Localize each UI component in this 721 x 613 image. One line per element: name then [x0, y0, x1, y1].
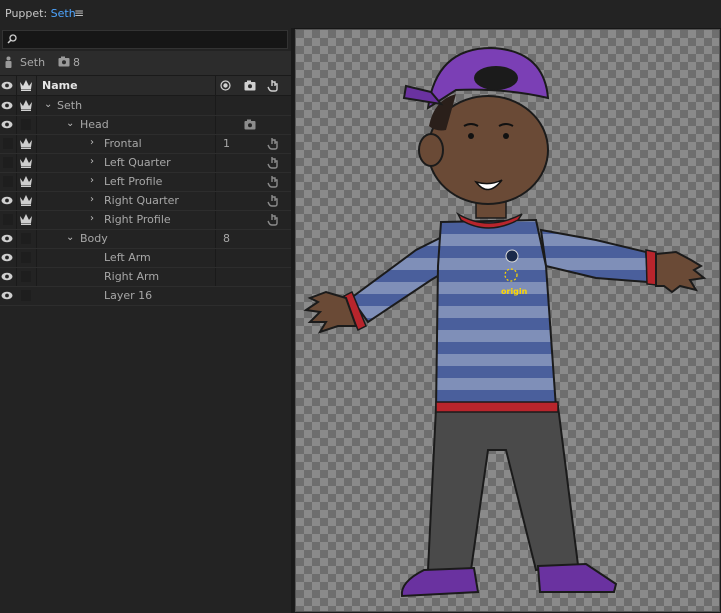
layer-label: Right Quarter [104, 194, 179, 207]
puppet-character [303, 46, 707, 598]
chevron-down-icon[interactable]: ⌄ [44, 99, 52, 110]
layer-row[interactable]: ⌄ Head [0, 115, 292, 135]
panel-divider[interactable] [291, 28, 294, 613]
hand-icon[interactable] [267, 137, 279, 150]
panel-title-bar: Puppet: Seth ≡ [0, 0, 721, 29]
crown-icon[interactable] [19, 99, 33, 111]
layer-row[interactable]: › Left Profile [0, 172, 292, 192]
crown-icon[interactable] [19, 175, 33, 187]
chevron-right-icon[interactable]: › [90, 194, 94, 205]
layer-row[interactable]: › Frontal 1 [0, 134, 292, 154]
layer-label: Seth [57, 99, 83, 112]
crown-placeholder[interactable] [21, 252, 31, 263]
eye-placeholder[interactable] [3, 214, 13, 225]
layer-row[interactable]: ⌄ Seth [0, 96, 292, 116]
eye-icon[interactable] [1, 120, 13, 129]
crown-icon[interactable] [19, 213, 33, 225]
layer-label: Left Arm [104, 251, 151, 264]
hamburger-menu-icon[interactable]: ≡ [74, 6, 84, 20]
crown-icon[interactable] [19, 79, 33, 91]
camera-icon[interactable] [244, 119, 256, 130]
chevron-down-icon[interactable]: ⌄ [66, 232, 74, 243]
hand-icon[interactable] [267, 194, 279, 207]
crown-icon[interactable] [19, 137, 33, 149]
layer-row[interactable]: › Right Quarter [0, 191, 292, 211]
hand-icon[interactable] [267, 213, 279, 226]
crown-icon[interactable] [19, 156, 33, 168]
puppet-canvas[interactable]: origin [295, 29, 720, 612]
crown-icon[interactable] [19, 194, 33, 206]
chevron-down-icon[interactable]: ⌄ [66, 118, 74, 129]
layer-row[interactable]: › Left Quarter [0, 153, 292, 173]
layer-count: 8 [223, 232, 230, 245]
eye-icon[interactable] [1, 272, 13, 281]
eye-icon[interactable] [1, 234, 13, 243]
puppet-panel: Seth 8 Name ⌄ Seth ⌄ Head › Frontal 1 › … [0, 28, 292, 613]
origin-label: origin [501, 287, 528, 296]
record-icon[interactable] [220, 80, 231, 91]
breadcrumb: Seth 8 [0, 51, 292, 76]
layer-row[interactable]: Right Arm [0, 267, 292, 287]
layer-label: Left Quarter [104, 156, 171, 169]
layer-row[interactable]: › Right Profile [0, 210, 292, 230]
layer-label: Frontal [104, 137, 142, 150]
eye-placeholder[interactable] [3, 176, 13, 187]
eye-icon[interactable] [1, 81, 13, 90]
breadcrumb-count: 8 [73, 56, 80, 69]
name-column-header[interactable]: Name [42, 79, 78, 92]
hand-icon[interactable] [267, 156, 279, 169]
camera-icon[interactable] [244, 80, 256, 91]
crown-placeholder[interactable] [21, 233, 31, 244]
crown-placeholder[interactable] [21, 271, 31, 282]
search-icon [7, 34, 17, 44]
layer-label: Left Profile [104, 175, 163, 188]
layer-label: Head [80, 118, 109, 131]
eye-placeholder[interactable] [3, 138, 13, 149]
chevron-right-icon[interactable]: › [90, 175, 94, 186]
puppet-icon [5, 56, 12, 68]
camera-icon [58, 56, 70, 67]
hand-icon[interactable] [267, 79, 279, 92]
panel-title: Puppet: Seth [5, 7, 76, 20]
breadcrumb-puppet[interactable]: Seth [20, 56, 45, 69]
crown-placeholder[interactable] [21, 119, 31, 130]
layer-label: Right Arm [104, 270, 160, 283]
layer-row[interactable]: Left Arm [0, 248, 292, 268]
hand-icon[interactable] [267, 175, 279, 188]
eye-icon[interactable] [1, 196, 13, 205]
eye-icon[interactable] [1, 291, 13, 300]
chevron-right-icon[interactable]: › [90, 156, 94, 167]
eye-placeholder[interactable] [3, 157, 13, 168]
eye-icon[interactable] [1, 253, 13, 262]
column-header: Name [0, 76, 292, 96]
search-input[interactable] [2, 30, 288, 49]
puppet-name-link[interactable]: Seth [51, 7, 76, 20]
layer-row[interactable]: ⌄ Body 8 [0, 229, 292, 249]
layer-count: 1 [223, 137, 230, 150]
chevron-right-icon[interactable]: › [90, 137, 94, 148]
layer-row[interactable]: Layer 16 [0, 286, 292, 306]
crown-placeholder[interactable] [21, 290, 31, 301]
chevron-right-icon[interactable]: › [90, 213, 94, 224]
layer-label: Layer 16 [104, 289, 153, 302]
layer-label: Right Profile [104, 213, 171, 226]
eye-icon[interactable] [1, 101, 13, 110]
layer-label: Body [80, 232, 108, 245]
